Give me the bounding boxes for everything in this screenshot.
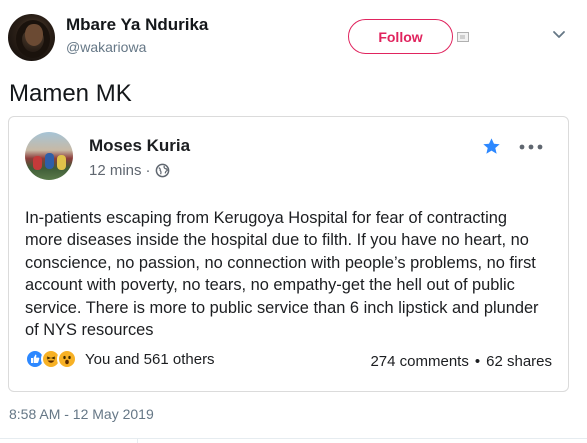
avatar-face — [25, 24, 43, 46]
author-name[interactable]: Mbare Ya Ndurika — [66, 15, 208, 35]
post-time-text: 12 mins — [89, 162, 142, 179]
post-body-line: In-patients escaping from Kerugoya Hospi… — [25, 209, 507, 227]
reactions-count[interactable]: You and 561 others — [85, 351, 215, 368]
post-time: 12 mins · — [89, 162, 170, 179]
post-author-avatar[interactable] — [25, 132, 73, 180]
globe-icon — [155, 163, 169, 178]
bottom-divider — [0, 438, 587, 439]
reactions-summary[interactable]: You and 561 others — [25, 349, 215, 369]
engagement-separator: • — [474, 353, 481, 370]
tweet-text: Mamen MK — [9, 80, 132, 107]
shares-count[interactable]: 62 shares — [486, 353, 552, 370]
author-avatar[interactable] — [8, 14, 55, 61]
post-body-line: service. There is more to public service… — [25, 298, 539, 317]
broken-image-icon — [457, 32, 469, 42]
post-body-line: of NYS resources — [25, 321, 154, 340]
more-icon[interactable] — [519, 144, 543, 150]
avatar-figure — [33, 156, 42, 170]
chevron-down-icon[interactable] — [552, 30, 566, 40]
follow-button[interactable]: Follow — [348, 19, 453, 54]
post-body-line: account with poverty, no tears, no empat… — [25, 276, 515, 295]
avatar-figure — [57, 155, 66, 170]
avatar-figure — [45, 153, 54, 169]
comments-count[interactable]: 274 comments — [370, 353, 468, 370]
embedded-post-card[interactable]: Moses Kuria 12 mins · In-patients escapi… — [8, 116, 569, 392]
post-body-line: more diseases inside the hospital due to… — [25, 231, 529, 250]
author-handle[interactable]: @wakariowa — [66, 39, 146, 55]
post-time-separator: · — [145, 162, 151, 179]
post-body-line: conscience, no passion, no connection wi… — [25, 253, 536, 272]
post-author-name[interactable]: Moses Kuria — [89, 136, 190, 156]
engagement-stats: 274 comments • 62 shares — [370, 353, 552, 370]
wow-reaction-icon — [57, 349, 77, 369]
post-body: In-patients escaping from Kerugoya Hospi… — [25, 207, 550, 341]
star-icon[interactable] — [482, 137, 501, 156]
tweet-timestamp[interactable]: 8:58 AM - 12 May 2019 — [9, 406, 154, 422]
bottom-divider-tick — [137, 438, 138, 443]
